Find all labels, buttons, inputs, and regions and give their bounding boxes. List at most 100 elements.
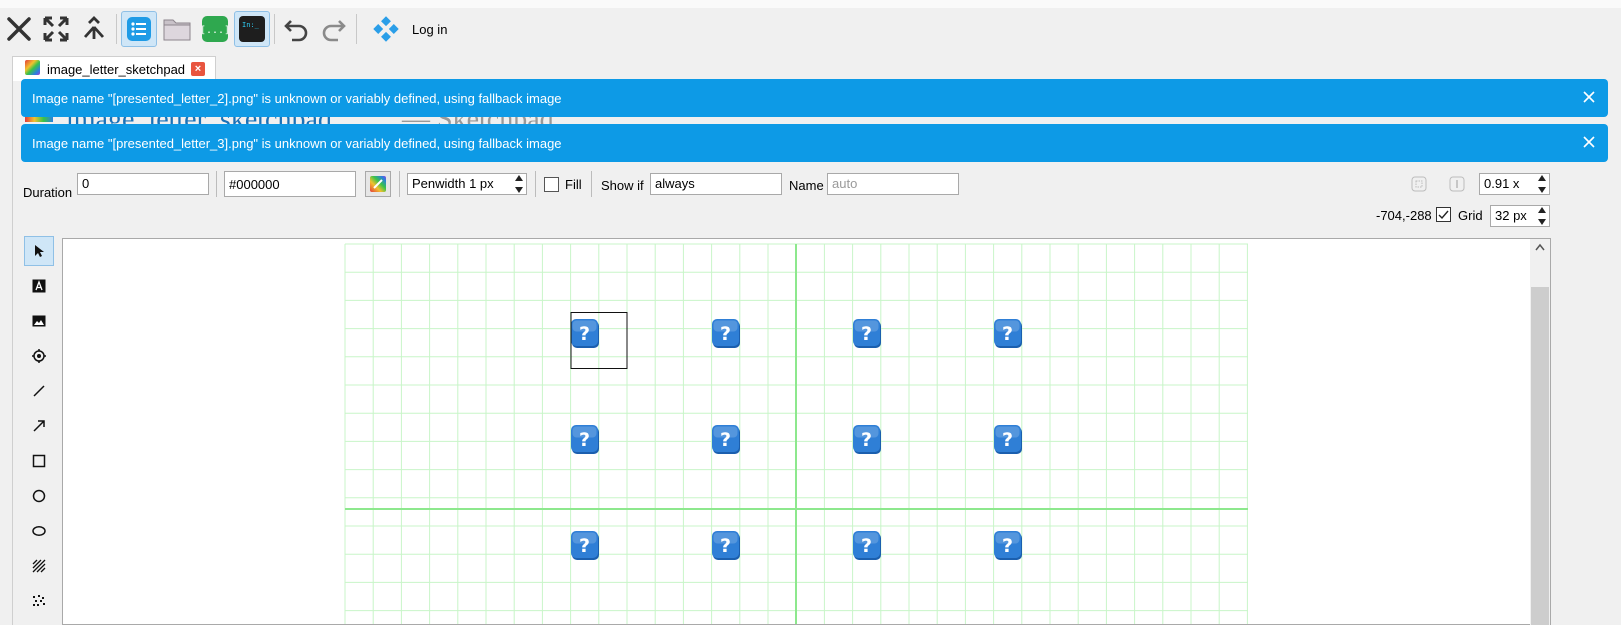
fallback-image-icon[interactable]: ?	[712, 425, 740, 454]
scroll-up-icon[interactable]	[1535, 243, 1545, 251]
fallback-glyph: ?	[861, 323, 872, 345]
main-toolbar: [...] In:_ Log in	[0, 8, 1621, 52]
tab-label: image_letter_sketchpad	[47, 62, 186, 77]
close-icon[interactable]	[1, 11, 37, 47]
line-tool-icon[interactable]	[24, 376, 54, 406]
name-label: Name	[789, 178, 824, 193]
arrow-down-icon[interactable]	[515, 187, 523, 193]
text-tool-icon[interactable]	[24, 271, 54, 301]
variables-icon[interactable]: [...]	[197, 11, 233, 47]
arrow-up-icon[interactable]	[515, 175, 523, 181]
fallback-image-icon[interactable]: ?	[994, 319, 1022, 348]
fallback-image-icon[interactable]: ?	[994, 425, 1022, 454]
arrow-up-icon[interactable]	[1538, 175, 1546, 181]
tab-bar	[0, 51, 1621, 81]
color-picker-button[interactable]	[365, 171, 391, 197]
fallback-glyph: ?	[861, 535, 872, 557]
grid-spinbox[interactable]: 32 px	[1490, 205, 1550, 227]
zoom-value: 0.91 x	[1484, 176, 1520, 191]
spin-arrows[interactable]	[1536, 175, 1548, 193]
rect-tool-icon[interactable]	[24, 446, 54, 476]
fallback-image-icon[interactable]: ?	[853, 319, 881, 348]
duration-label: Duration	[23, 185, 73, 200]
showif-input[interactable]: always	[650, 173, 782, 195]
spin-arrows[interactable]	[513, 175, 525, 193]
fallback-glyph: ?	[720, 535, 731, 557]
fallback-image-icon[interactable]: ?	[994, 531, 1022, 560]
gabor-tool-icon[interactable]	[24, 551, 54, 581]
duration-input[interactable]: 0	[77, 173, 209, 195]
zoom-spinbox[interactable]: 0.91 x	[1479, 173, 1550, 195]
fallback-glyph: ?	[861, 429, 872, 451]
sketchpad-icon	[25, 60, 40, 75]
fullscreen-icon[interactable]	[38, 11, 74, 47]
overview-icon[interactable]	[121, 11, 157, 47]
spin-arrows[interactable]	[1536, 207, 1548, 225]
fill-checkbox[interactable]	[544, 177, 559, 192]
image-tool-icon[interactable]	[24, 306, 54, 336]
sketchpad-canvas[interactable]: ????????????	[62, 238, 1551, 625]
login-label: Log in	[412, 22, 448, 37]
select-tool-icon[interactable]	[24, 236, 54, 266]
arrow-up-icon[interactable]	[1538, 207, 1546, 213]
grid-checkbox[interactable]	[1436, 207, 1451, 222]
fallback-glyph: ?	[720, 429, 731, 451]
fallback-glyph: ?	[579, 323, 590, 345]
close-icon[interactable]	[1582, 90, 1596, 104]
separator	[535, 171, 536, 197]
toolbar-separator	[356, 14, 357, 44]
fallback-glyph: ?	[1002, 535, 1013, 557]
console-icon[interactable]: In:_	[234, 11, 270, 47]
merge-icon[interactable]	[76, 11, 112, 47]
fallback-image-icon[interactable]: ?	[571, 319, 599, 348]
fallback-image-icon[interactable]: ?	[853, 425, 881, 454]
fallback-image-icon[interactable]: ?	[853, 531, 881, 560]
reset-zoom-icon[interactable]	[1449, 176, 1465, 192]
fallback-glyph: ?	[1002, 323, 1013, 345]
close-icon[interactable]	[1582, 135, 1596, 149]
grid-value: 32 px	[1495, 208, 1527, 223]
noise-tool-icon[interactable]	[24, 586, 54, 616]
notification-message: Image name "[presented_letter_2].png" is…	[32, 90, 562, 106]
cursor-coordinates: -704,-288	[1376, 208, 1432, 223]
separator	[591, 171, 592, 197]
tab-close-icon[interactable]: ×	[191, 62, 205, 76]
sketchpad-drawing[interactable]: ????????????	[63, 239, 1550, 624]
separator	[216, 171, 217, 197]
fill-label: Fill	[565, 177, 582, 192]
grid-label: Grid	[1458, 208, 1483, 223]
fallback-image-icon[interactable]: ?	[712, 531, 740, 560]
toolbar-separator	[274, 14, 275, 44]
redo-icon[interactable]	[316, 11, 352, 47]
folder-icon[interactable]	[159, 11, 195, 47]
circle-tool-icon[interactable]	[24, 481, 54, 511]
name-input[interactable]: auto	[827, 173, 959, 195]
fallback-image-icon[interactable]: ?	[571, 531, 599, 560]
scrollbar-thumb[interactable]	[1531, 287, 1549, 625]
ellipse-tool-icon[interactable]	[24, 516, 54, 546]
fallback-glyph: ?	[1002, 429, 1013, 451]
color-picker-icon	[370, 176, 386, 192]
checkmark-icon	[1438, 210, 1449, 220]
fit-view-icon[interactable]	[1411, 176, 1427, 192]
fallback-glyph: ?	[720, 323, 731, 345]
showif-label: Show if	[601, 178, 644, 193]
separator	[399, 171, 400, 197]
variables-glyph: [...]	[201, 25, 229, 36]
fallback-image-icon[interactable]: ?	[712, 319, 740, 348]
fixdot-tool-icon[interactable]	[24, 341, 54, 371]
notification-2: Image name "[presented_letter_3].png" is…	[21, 124, 1608, 162]
color-input[interactable]: #000000	[224, 171, 356, 197]
console-glyph: In:_	[242, 21, 260, 29]
notification-1: Image name "[presented_letter_2].png" is…	[21, 79, 1608, 117]
arrow-tool-icon[interactable]	[24, 411, 54, 441]
fallback-glyph: ?	[579, 535, 590, 557]
undo-icon[interactable]	[278, 11, 314, 47]
arrow-down-icon[interactable]	[1538, 187, 1546, 193]
penwidth-spinbox[interactable]: Penwidth 1 px	[407, 173, 527, 195]
notification-message: Image name "[presented_letter_3].png" is…	[32, 135, 562, 151]
toolbar-separator	[116, 14, 117, 44]
arrow-down-icon[interactable]	[1538, 219, 1546, 225]
fallback-image-icon[interactable]: ?	[571, 425, 599, 454]
fallback-glyph: ?	[579, 429, 590, 451]
